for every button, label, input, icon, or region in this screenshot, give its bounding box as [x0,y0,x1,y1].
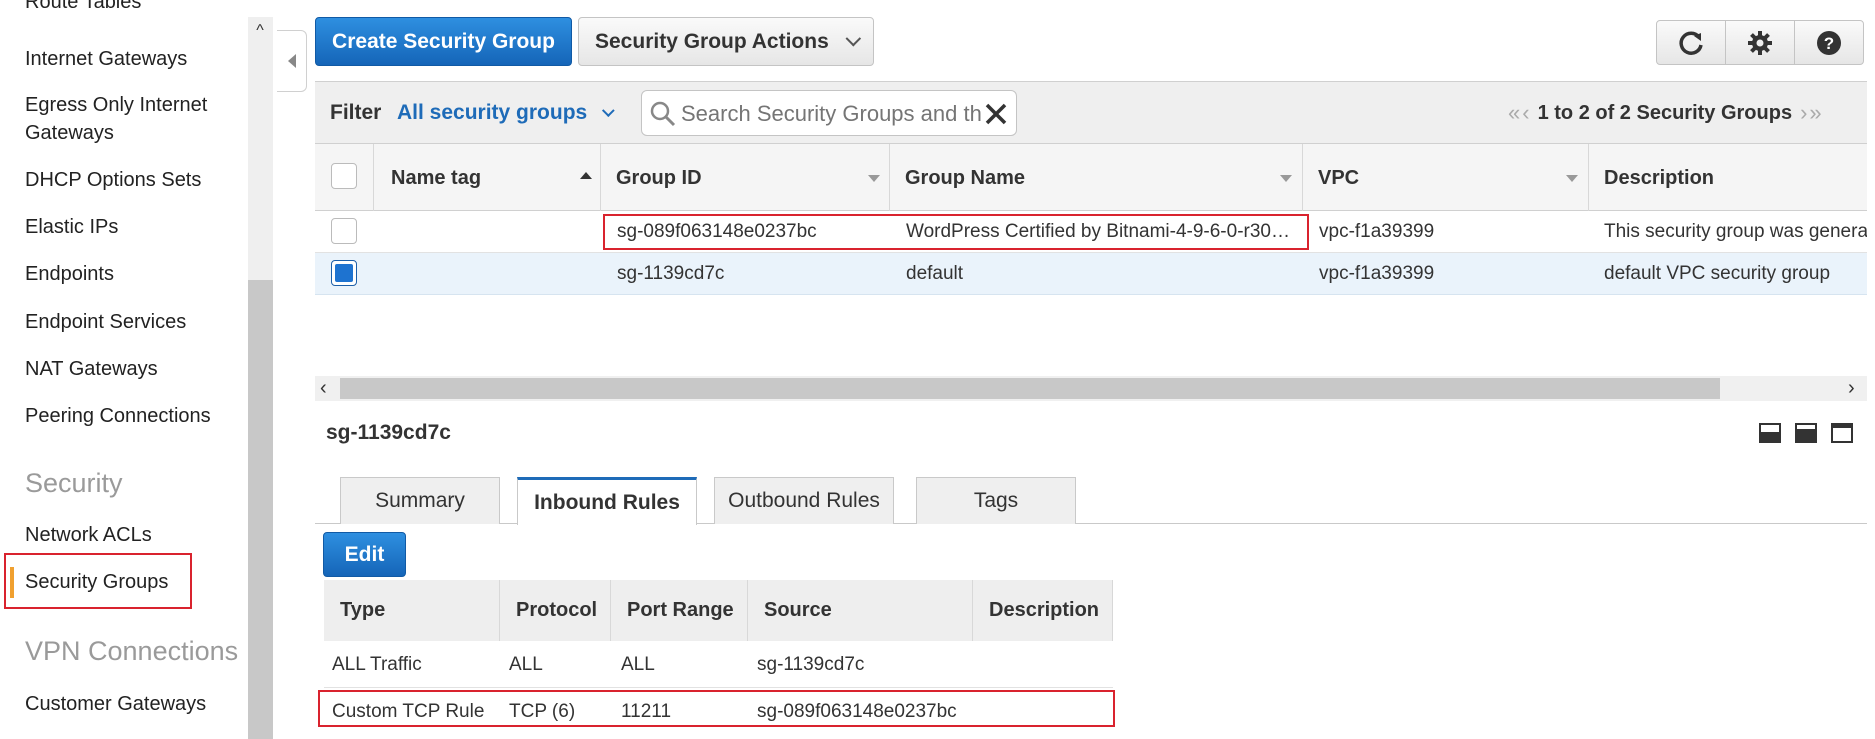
rules-row [324,641,1113,688]
row-description: default VPC security group [1604,263,1831,284]
sidebar-item-nat-gateways[interactable]: NAT Gateways [25,355,158,383]
security-group-actions-label: Security Group Actions [595,29,829,53]
sidebar-item-dhcp-options-sets[interactable]: DHCP Options Sets [25,166,201,194]
pagination: « ‹ 1 to 2 of 2 Security Groups › » [1508,100,1822,126]
row-checkbox[interactable] [331,218,357,244]
select-all-checkbox[interactable] [331,163,357,189]
security-group-actions-button[interactable]: Security Group Actions [578,17,874,66]
column-header-description[interactable]: Description [1604,145,1714,211]
first-page-icon[interactable]: « [1508,100,1520,126]
filter-label: Filter [330,101,382,124]
gear-icon [1748,30,1772,55]
column-header-group-name[interactable]: Group Name [905,145,1025,211]
highlight-security-groups [4,553,192,609]
rules-header-description: Description [973,580,1113,641]
clear-search-icon[interactable] [984,102,1008,126]
create-security-group-button[interactable]: Create Security Group [315,17,572,66]
sidebar-item-elastic-ips[interactable]: Elastic IPs [25,213,118,241]
rule-source: sg-1139cd7c [757,654,865,675]
sidebar-item-customer-gateways[interactable]: Customer Gateways [25,690,206,718]
tab-inbound-rules[interactable]: Inbound Rules [517,477,697,525]
detail-title: sg-1139cd7c [326,421,451,444]
rules-header-type: Type [324,580,500,641]
pane-layout-middle-icon[interactable] [1795,423,1817,443]
svg-text:?: ? [1824,34,1834,53]
refresh-icon [1679,31,1703,55]
pane-layout-bottom-icon[interactable] [1759,423,1781,443]
horizontal-scrollbar-thumb[interactable] [340,378,1720,399]
refresh-button[interactable] [1656,20,1726,65]
tab-summary[interactable]: Summary [340,477,500,524]
tab-outbound-rules[interactable]: Outbound Rules [714,477,894,524]
column-header-name-tag[interactable]: Name tag [391,145,481,211]
search-box[interactable] [641,90,1017,136]
column-header-group-id[interactable]: Group ID [616,145,702,211]
scroll-right-icon[interactable]: › [1848,378,1855,398]
settings-button[interactable] [1725,20,1795,65]
sidebar-item-network-acls[interactable]: Network ACLs [25,521,152,549]
rules-header-source: Source [748,580,973,641]
filter-dropdown-value: All security groups [397,101,588,124]
sidebar-item-internet-gateways[interactable]: Internet Gateways [25,45,187,73]
rule-port-range: ALL [621,654,655,675]
tab-tags[interactable]: Tags [916,477,1076,524]
scroll-up-icon[interactable]: ^ [251,22,269,40]
highlight-group-row [603,214,1309,250]
sort-icon[interactable] [1566,175,1578,182]
rule-type: ALL Traffic [332,654,422,675]
sort-icon[interactable] [1280,175,1292,182]
row-group-id: sg-1139cd7c [617,263,725,284]
sidebar-section-vpn-connections: VPN Connections [25,636,239,666]
sidebar-item-route-tables[interactable]: Route Tables [25,0,141,16]
pane-layout-top-icon[interactable] [1831,423,1853,443]
last-page-icon[interactable]: » [1809,100,1821,126]
column-header-vpc[interactable]: VPC [1318,145,1359,211]
search-icon [650,101,676,127]
next-page-icon[interactable]: › [1800,100,1807,126]
help-button[interactable]: ? [1794,20,1864,65]
sidebar-item-endpoint-services[interactable]: Endpoint Services [25,308,186,336]
row-description: This security group was genera [1604,221,1867,242]
sort-icon[interactable] [868,175,880,182]
row-vpc: vpc-f1a39399 [1319,263,1435,284]
sidebar-item-egress-only-internet-gateways[interactable]: Egress Only Internet Gateways [25,91,235,147]
prev-page-icon[interactable]: ‹ [1522,100,1529,126]
rule-protocol: ALL [509,654,543,675]
row-checkbox-checked[interactable] [331,260,357,286]
sort-ascending-icon[interactable] [580,172,592,179]
chevron-down-icon [845,30,861,47]
rules-header-protocol: Protocol [500,580,611,641]
help-icon: ? [1817,30,1841,55]
pagination-text: 1 to 2 of 2 Security Groups [1537,101,1793,124]
row-group-name: default [906,263,964,284]
highlight-custom-tcp-rule [318,690,1115,727]
search-input[interactable] [679,97,983,131]
sidebar-section-security: Security [25,468,123,498]
collapse-sidebar-button[interactable] [277,30,307,92]
edit-button[interactable]: Edit [323,532,406,577]
sidebar-item-peering-connections[interactable]: Peering Connections [25,402,211,430]
sidebar-item-endpoints[interactable]: Endpoints [25,260,114,288]
filter-dropdown[interactable]: All security groups [397,101,615,125]
collapse-left-icon [287,54,296,68]
checkmark-icon [335,264,353,282]
scroll-left-icon[interactable]: ‹ [320,378,327,398]
rules-header-port-range: Port Range [611,580,748,641]
sidebar-scrollbar-thumb[interactable] [248,280,273,739]
row-vpc: vpc-f1a39399 [1319,221,1435,242]
